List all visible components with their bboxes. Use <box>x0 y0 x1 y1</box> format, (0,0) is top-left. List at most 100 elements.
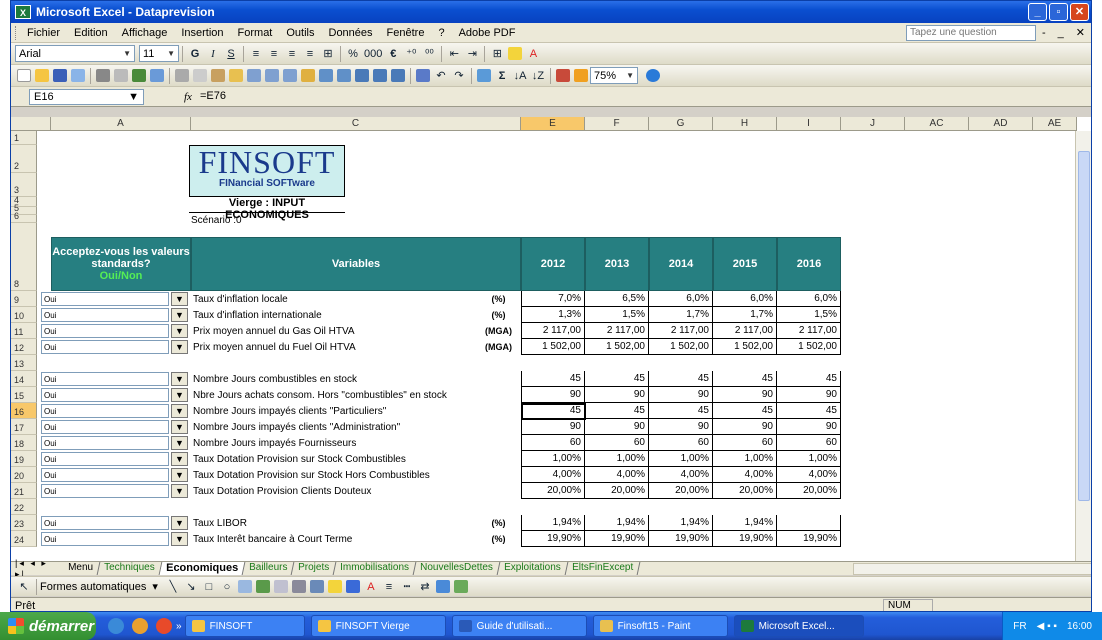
taskbar-item[interactable]: Guide d'utilisati... <box>451 615 587 637</box>
name-box[interactable]: E16 ▼ <box>29 88 144 105</box>
value-cell[interactable]: 1,7% <box>649 307 713 323</box>
value-cell[interactable]: 1 502,00 <box>585 339 649 355</box>
clipart-icon[interactable] <box>291 580 306 593</box>
pencil-icon[interactable] <box>301 69 315 82</box>
value-cell[interactable]: 19,90% <box>649 531 713 547</box>
hyperlink-icon[interactable] <box>477 69 491 82</box>
value-cell[interactable]: 60 <box>585 435 649 451</box>
value-cell[interactable]: 1,94% <box>649 515 713 531</box>
chevron-down-icon[interactable]: ▼ <box>171 484 188 498</box>
row-header[interactable]: 2 <box>11 145 37 173</box>
column-header[interactable]: E <box>521 117 585 131</box>
row-header[interactable]: 3 <box>11 173 37 197</box>
value-cell[interactable]: 4,00% <box>521 467 585 483</box>
standard-choice-select[interactable]: Oui <box>41 468 169 482</box>
value-cell[interactable]: 1 502,00 <box>713 339 777 355</box>
filter-icon[interactable] <box>391 69 405 82</box>
chevron-down-icon[interactable]: ▼ <box>171 308 188 322</box>
row-header[interactable]: 15 <box>11 387 37 403</box>
value-cell[interactable]: 1,00% <box>585 451 649 467</box>
chevron-down-icon[interactable]: ▼ <box>171 436 188 450</box>
value-cell[interactable]: 6,0% <box>713 291 777 307</box>
value-cell[interactable]: 20,00% <box>777 483 841 499</box>
minimize-button[interactable]: _ <box>1028 3 1047 21</box>
row-header[interactable]: 19 <box>11 451 37 467</box>
value-cell[interactable]: 45 <box>585 403 649 419</box>
menu-item[interactable]: Affichage <box>122 27 168 39</box>
textbox-icon[interactable] <box>237 580 252 593</box>
cut-icon[interactable] <box>175 69 189 82</box>
value-cell[interactable]: 7,0% <box>521 291 585 307</box>
help-icon[interactable] <box>646 69 660 82</box>
chevron-down-icon[interactable]: ▼ <box>171 532 188 546</box>
vertical-scrollbar[interactable] <box>1075 131 1091 561</box>
value-cell[interactable]: 45 <box>585 371 649 387</box>
column-header[interactable]: AE <box>1033 117 1077 131</box>
fill-color-icon[interactable] <box>327 580 342 593</box>
align-left-icon[interactable]: ≡ <box>249 46 263 62</box>
underline-button[interactable]: S <box>224 46 238 62</box>
fx-icon[interactable]: fx <box>184 91 192 103</box>
value-cell[interactable]: 19,90% <box>521 531 585 547</box>
question-box[interactable]: Tapez une question <box>905 24 1036 41</box>
column-header[interactable]: C <box>191 117 521 131</box>
column-header[interactable]: AD <box>969 117 1033 131</box>
value-cell[interactable]: 6,0% <box>777 291 841 307</box>
align-center-icon[interactable]: ≡ <box>267 46 281 62</box>
row-header[interactable]: 8 <box>11 223 37 291</box>
media-icon[interactable] <box>132 618 148 634</box>
close-button[interactable]: ✕ <box>1070 3 1089 21</box>
taskbar-item[interactable]: Microsoft Excel... <box>733 615 864 637</box>
row-header[interactable]: 10 <box>11 307 37 323</box>
redo-icon[interactable]: ↷ <box>452 68 466 84</box>
value-cell[interactable]: 60 <box>713 435 777 451</box>
row-header[interactable]: 23 <box>11 515 37 531</box>
menu-item[interactable]: Outils <box>286 27 314 39</box>
standard-choice-select[interactable]: Oui <box>41 292 169 306</box>
diagram-icon[interactable] <box>273 580 288 593</box>
value-cell[interactable]: 1,94% <box>585 515 649 531</box>
italic-button[interactable]: I <box>206 46 220 62</box>
chevron-down-icon[interactable]: ▼ <box>171 340 188 354</box>
chart-icon[interactable] <box>355 69 369 82</box>
column-header[interactable]: J <box>841 117 905 131</box>
row-header[interactable]: 21 <box>11 483 37 499</box>
new-icon[interactable] <box>17 69 31 82</box>
menu-item[interactable]: ? <box>438 27 444 39</box>
sheet-tab[interactable]: Techniques <box>97 562 162 575</box>
sheet-tab[interactable]: Menu <box>61 562 101 575</box>
ie-icon[interactable] <box>108 618 124 634</box>
scroll-thumb[interactable] <box>1078 151 1090 501</box>
value-cell[interactable]: 1,94% <box>713 515 777 531</box>
value-cell[interactable]: 20,00% <box>713 483 777 499</box>
format-painter-icon[interactable] <box>229 69 243 82</box>
sheet-tab[interactable]: Economiques <box>159 562 246 575</box>
value-cell[interactable]: 90 <box>585 387 649 403</box>
value-cell[interactable]: 2 117,00 <box>585 323 649 339</box>
sheet-tab[interactable]: Immobilisations <box>333 562 417 575</box>
sheet-tab[interactable]: EltsFinExcept <box>565 562 641 575</box>
sort-ascending-icon[interactable]: ↓A <box>513 68 527 84</box>
row-header[interactable]: 9 <box>11 291 37 307</box>
row-header[interactable]: 20 <box>11 467 37 483</box>
value-cell[interactable]: 2 117,00 <box>777 323 841 339</box>
standard-choice-select[interactable]: Oui <box>41 532 169 546</box>
column-header[interactable]: A <box>51 117 191 131</box>
save-icon[interactable] <box>53 69 67 82</box>
value-cell[interactable]: 45 <box>713 371 777 387</box>
rectangle-icon[interactable]: □ <box>202 579 216 595</box>
value-cell[interactable]: 4,00% <box>777 467 841 483</box>
value-cell[interactable]: 90 <box>649 387 713 403</box>
preview-icon[interactable] <box>114 69 128 82</box>
chevron-down-icon[interactable]: ▼ <box>171 404 188 418</box>
autosum-icon[interactable]: Σ <box>495 68 509 84</box>
justify-icon[interactable]: ≡ <box>303 46 317 62</box>
indent-icon[interactable]: ⇥ <box>465 46 479 62</box>
doc-minimize-button[interactable]: - <box>1042 27 1046 39</box>
undo-icon[interactable]: ↶ <box>434 68 448 84</box>
value-cell[interactable]: 1,5% <box>585 307 649 323</box>
sheet-tab[interactable]: Projets <box>291 562 337 575</box>
menu-item[interactable]: Données <box>329 27 373 39</box>
value-cell[interactable]: 19,90% <box>585 531 649 547</box>
chevron-down-icon[interactable]: ▼ <box>171 324 188 338</box>
